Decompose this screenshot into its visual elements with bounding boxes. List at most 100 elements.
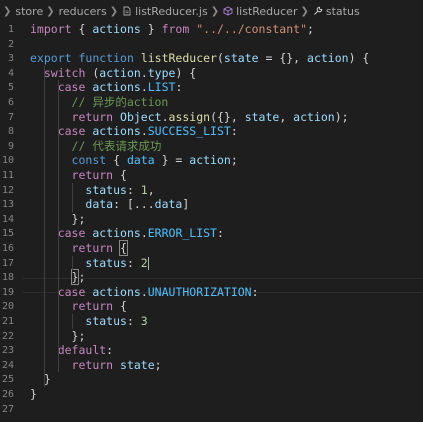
code-line[interactable]: 4 switch (action.type) { bbox=[0, 66, 423, 81]
code-token: case bbox=[57, 284, 86, 299]
code-token: , bbox=[279, 109, 294, 124]
code-token: ) { bbox=[348, 51, 370, 66]
code-line[interactable]: 11 return { bbox=[0, 168, 423, 183]
code-editor[interactable]: 1 import { actions } from "../../constant… bbox=[0, 22, 423, 422]
code-token: type bbox=[147, 65, 176, 80]
indent-guide bbox=[71, 182, 73, 212]
line-number: 9 bbox=[7, 140, 14, 152]
code-token: case bbox=[57, 226, 86, 241]
code-line[interactable]: 17 status: 2 bbox=[0, 256, 423, 271]
code-token: UNAUTHORIZATION bbox=[147, 284, 252, 299]
line-number: 13 bbox=[1, 199, 14, 211]
code-token: case bbox=[57, 80, 86, 95]
indent-guide bbox=[71, 314, 73, 329]
code-token: SUCCESS_LIST bbox=[147, 124, 231, 139]
code-line[interactable]: 5 case actions.LIST: bbox=[0, 80, 423, 95]
code-text: switch (action.type) { bbox=[30, 66, 196, 81]
indent-guide bbox=[43, 65, 45, 387]
code-text: import { actions } from "../../constant"… bbox=[30, 22, 314, 37]
code-text: case actions.UNAUTHORIZATION: bbox=[30, 285, 259, 300]
code-token: ); bbox=[334, 109, 349, 124]
line-number: 10 bbox=[1, 155, 14, 167]
code-line[interactable]: 25 } bbox=[0, 372, 423, 387]
breadcrumb-item-store[interactable]: store ❯ bbox=[15, 5, 58, 18]
code-line[interactable]: 18 }; bbox=[0, 269, 423, 286]
code-line[interactable]: 20 return { bbox=[0, 299, 423, 314]
code-line[interactable]: 10 const { data } = action; bbox=[0, 153, 423, 168]
code-token: , bbox=[147, 182, 155, 197]
code-line[interactable]: 24 return state; bbox=[0, 358, 423, 373]
code-token: } bbox=[30, 387, 37, 401]
code-token: ; bbox=[154, 357, 162, 372]
breadcrumb-item-property[interactable]: status bbox=[313, 5, 360, 18]
line-number: 5 bbox=[7, 82, 14, 94]
line-number: 6 bbox=[7, 97, 14, 108]
line-number: 7 bbox=[7, 111, 14, 123]
code-text: data: [...data] bbox=[30, 197, 189, 212]
indent-guide bbox=[57, 80, 59, 373]
code-line[interactable]: 12 status: 1, bbox=[0, 183, 423, 198]
code-line[interactable]: 8 case actions.SUCCESS_LIST: bbox=[0, 124, 423, 139]
code-line[interactable]: 1 import { actions } from "../../constant… bbox=[0, 22, 423, 37]
code-token: ; bbox=[78, 270, 86, 285]
code-token: { bbox=[71, 22, 93, 36]
code-line[interactable]: 15 case actions.ERROR_LIST: bbox=[0, 226, 423, 241]
code-line[interactable]: 26} bbox=[0, 387, 423, 402]
code-token: : bbox=[126, 255, 141, 270]
code-token: : bbox=[106, 343, 114, 358]
code-line[interactable]: 14 }; bbox=[0, 212, 423, 227]
code-line[interactable]: 27 bbox=[0, 402, 423, 417]
breadcrumb-item-function[interactable]: listReducer ❯ bbox=[223, 5, 313, 18]
code-line[interactable]: 19 case actions.UNAUTHORIZATION: bbox=[0, 285, 423, 300]
line-number: 4 bbox=[7, 67, 14, 79]
code-token: { bbox=[106, 153, 127, 168]
code-line[interactable]: 13 data: [...data] bbox=[0, 197, 423, 212]
code-line[interactable]: 2 bbox=[0, 37, 423, 52]
code-text: // 异步的action bbox=[30, 95, 169, 110]
code-token: return bbox=[71, 109, 114, 124]
code-token: { bbox=[113, 299, 127, 314]
code-token: . bbox=[140, 65, 148, 80]
code-line[interactable]: 3 export function listReducer(state = {},… bbox=[0, 51, 423, 66]
code-token: : bbox=[251, 284, 259, 299]
code-text: status: 1, bbox=[30, 182, 155, 198]
code-token: return bbox=[71, 241, 114, 255]
code-line[interactable]: 22 }; bbox=[0, 329, 423, 344]
code-token: . bbox=[140, 226, 148, 241]
code-token: status bbox=[85, 314, 127, 328]
line-number: 12 bbox=[1, 184, 14, 196]
chevron-right-icon: ❯ bbox=[109, 5, 119, 17]
code-token: = {}, bbox=[258, 51, 308, 66]
code-token: data bbox=[85, 197, 114, 212]
code-line[interactable]: 7 return Object.assign({}, state, action… bbox=[0, 110, 423, 125]
code-token: case bbox=[57, 124, 86, 139]
chevron-right-icon: ❯ bbox=[210, 5, 220, 17]
code-line[interactable]: 23 default: bbox=[0, 343, 423, 358]
code-token: } = bbox=[154, 153, 190, 168]
line-number: 21 bbox=[1, 316, 14, 327]
code-token: actions bbox=[92, 80, 141, 95]
line-number: 18 bbox=[1, 272, 14, 284]
code-line[interactable]: 21 status: 3 bbox=[0, 314, 423, 329]
code-token: { bbox=[119, 240, 128, 256]
breadcrumb-item-file[interactable]: listReducer.js ❯ bbox=[122, 5, 223, 18]
code-token: ; bbox=[230, 153, 238, 168]
code-token: : bbox=[217, 226, 224, 241]
code-token: switch bbox=[43, 65, 86, 80]
code-line[interactable]: 16 return { bbox=[0, 240, 423, 256]
code-line[interactable]: 6 // 异步的action bbox=[0, 95, 423, 110]
code-text: case actions.ERROR_LIST: bbox=[30, 226, 224, 241]
line-number: 16 bbox=[1, 243, 14, 254]
breadcrumb-item-reducers[interactable]: reducers ❯ bbox=[59, 5, 122, 18]
code-line[interactable]: 9 // 代表请求成功 bbox=[0, 139, 423, 154]
code-token: // 代表请求成功 bbox=[71, 138, 162, 153]
code-token: : bbox=[230, 124, 238, 139]
breadcrumb-label: listReducer bbox=[236, 4, 298, 18]
breadcrumb-label: status bbox=[325, 4, 360, 18]
